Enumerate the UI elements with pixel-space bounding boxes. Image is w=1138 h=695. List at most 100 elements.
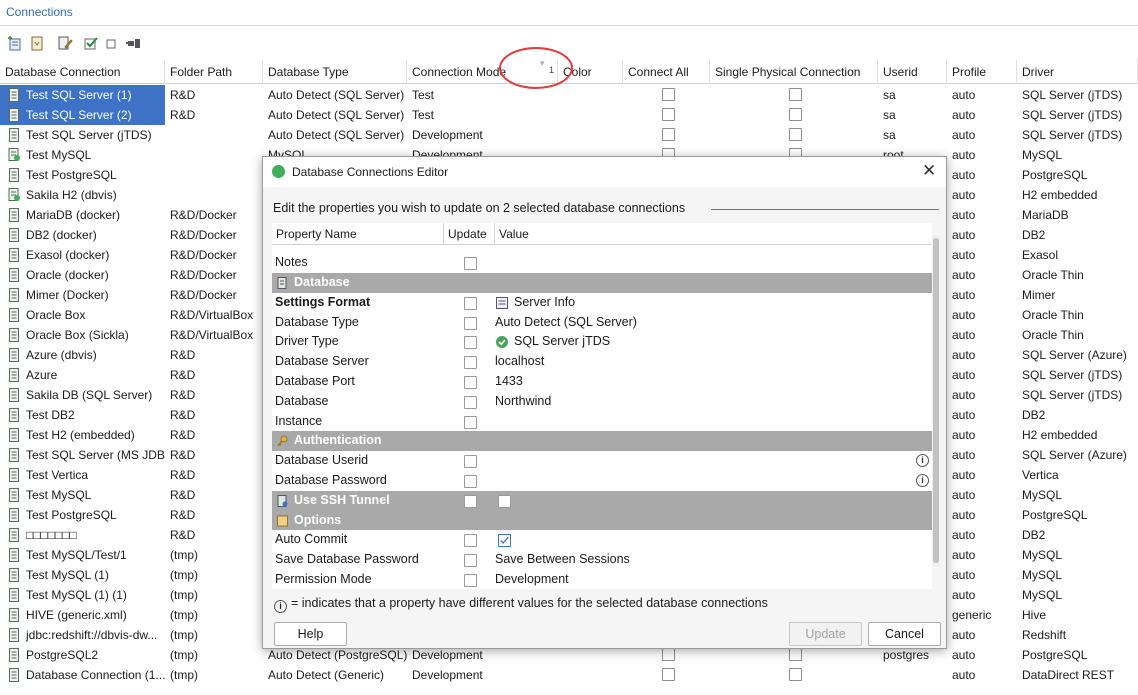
single-physical-checkbox[interactable]: [789, 668, 802, 681]
connection-name[interactable]: □□□□□□□: [0, 525, 165, 545]
property-row[interactable]: Auto Commit: [272, 530, 932, 550]
value-checkbox[interactable]: [498, 534, 511, 548]
update-checkbox[interactable]: [464, 356, 477, 370]
table-row[interactable]: Test SQL Server (1) R&D Auto Detect (SQL S…: [0, 85, 1138, 105]
table-row[interactable]: Test SQL Server (jTDS) Auto Detect (SQL S…: [0, 125, 1138, 145]
connection-name[interactable]: Test MySQL (1): [0, 565, 165, 585]
property-row[interactable]: Database Server localhost: [272, 352, 932, 372]
property-row[interactable]: Database Type Auto Detect (SQL Server): [272, 313, 932, 333]
connect-icon[interactable]: [125, 34, 143, 52]
close-icon[interactable]: ✕: [922, 161, 936, 181]
property-value[interactable]: [492, 471, 495, 491]
import-icon[interactable]: [28, 34, 46, 52]
update-checkbox[interactable]: [464, 534, 477, 548]
connection-name[interactable]: Database Connection (1...: [0, 665, 165, 685]
property-row[interactable]: Instance: [272, 412, 932, 432]
connection-name[interactable]: Mimer (Docker): [0, 285, 165, 305]
update-button[interactable]: Update: [789, 622, 862, 646]
property-value[interactable]: Auto Detect (SQL Server): [492, 313, 637, 333]
property-value[interactable]: Save Between Sessions: [492, 550, 630, 570]
connection-name[interactable]: Test DB2: [0, 405, 165, 425]
column-property-name[interactable]: Property Name: [272, 223, 444, 245]
connection-name[interactable]: jdbc:redshift://dbvis-dw...: [0, 625, 165, 645]
property-value[interactable]: SQL Server jTDS: [492, 332, 610, 352]
property-row[interactable]: Database Password i: [272, 471, 932, 491]
connection-name[interactable]: Test SQL Server (MS JDBC): [0, 445, 165, 465]
section-header[interactable]: Use SSH Tunnel: [272, 490, 932, 511]
update-checkbox[interactable]: [464, 336, 477, 350]
property-value[interactable]: 1433: [492, 372, 523, 392]
property-row[interactable]: Settings Format Server Info: [272, 293, 932, 313]
connection-name[interactable]: Oracle Box (Sickla): [0, 325, 165, 345]
connection-name[interactable]: Test MySQL: [0, 145, 165, 165]
column-header[interactable]: Database Connection: [0, 60, 165, 84]
connection-name[interactable]: Exasol (docker): [0, 245, 165, 265]
property-value[interactable]: [492, 253, 495, 273]
table-row[interactable]: Test SQL Server (2) R&D Auto Detect (SQL S…: [0, 105, 1138, 125]
connect-all-checkbox[interactable]: [662, 128, 675, 141]
connection-name[interactable]: Azure (dbvis): [0, 345, 165, 365]
connection-name[interactable]: HIVE (generic.xml): [0, 605, 165, 625]
column-header[interactable]: Connect All: [623, 60, 710, 84]
single-physical-checkbox[interactable]: [789, 128, 802, 141]
connection-name[interactable]: PostgreSQL2: [0, 645, 165, 665]
scrollbar-thumb[interactable]: [933, 238, 939, 563]
connection-name[interactable]: Sakila DB (SQL Server): [0, 385, 165, 405]
property-row[interactable]: Database Userid i: [272, 451, 932, 471]
property-value[interactable]: localhost: [492, 352, 544, 372]
property-value[interactable]: [492, 530, 495, 550]
single-physical-checkbox[interactable]: [789, 88, 802, 101]
column-header[interactable]: Userid: [878, 60, 947, 84]
update-checkbox[interactable]: [464, 316, 477, 330]
column-header[interactable]: Database Type: [263, 60, 407, 84]
connection-name[interactable]: Oracle Box: [0, 305, 165, 325]
connection-name[interactable]: Test Vertica: [0, 465, 165, 485]
property-scrollbar[interactable]: [932, 236, 940, 566]
connection-name[interactable]: Test MySQL: [0, 485, 165, 505]
connection-name[interactable]: Test MySQL (1) (1): [0, 585, 165, 605]
select-all-icon[interactable]: [82, 34, 100, 52]
update-checkbox[interactable]: [464, 494, 477, 508]
edit-icon[interactable]: [56, 34, 74, 52]
connection-name[interactable]: DB2 (docker): [0, 225, 165, 245]
new-connection-icon[interactable]: [6, 34, 24, 52]
connect-all-checkbox[interactable]: [662, 648, 675, 661]
property-row[interactable]: Database Northwind: [272, 392, 932, 412]
property-value[interactable]: Northwind: [492, 392, 551, 412]
single-physical-checkbox[interactable]: [789, 108, 802, 121]
connection-name[interactable]: Test H2 (embedded): [0, 425, 165, 445]
update-checkbox[interactable]: [464, 296, 477, 310]
column-update[interactable]: Update: [444, 223, 495, 245]
property-value[interactable]: [492, 451, 495, 471]
connection-name[interactable]: Oracle (docker): [0, 265, 165, 285]
column-header[interactable]: Driver: [1017, 60, 1138, 84]
connection-name[interactable]: Test SQL Server (jTDS): [0, 125, 165, 145]
deselect-icon[interactable]: [102, 34, 120, 52]
update-checkbox[interactable]: [464, 376, 477, 389]
column-value[interactable]: Value: [495, 223, 932, 245]
update-checkbox[interactable]: [464, 554, 477, 568]
tab-connections[interactable]: Connections: [6, 5, 73, 19]
property-value[interactable]: [492, 412, 495, 432]
value-checkbox[interactable]: [498, 494, 511, 508]
connection-name[interactable]: Test SQL Server (1): [0, 85, 165, 105]
property-row[interactable]: Save Database Password Save Between Sessi…: [272, 550, 932, 570]
cancel-button[interactable]: Cancel: [868, 622, 941, 646]
column-header[interactable]: Single Physical Connection: [710, 60, 878, 84]
connection-name[interactable]: Sakila H2 (dbvis): [0, 185, 165, 205]
update-checkbox[interactable]: [464, 257, 477, 271]
property-row[interactable]: Database Port 1433: [272, 372, 932, 392]
update-checkbox[interactable]: [464, 395, 477, 409]
connection-name[interactable]: Test SQL Server (2): [0, 105, 165, 125]
connection-name[interactable]: Test PostgreSQL: [0, 165, 165, 185]
connection-name[interactable]: MariaDB (docker): [0, 205, 165, 225]
help-button[interactable]: Help: [274, 622, 347, 646]
update-checkbox[interactable]: [464, 415, 477, 429]
update-checkbox[interactable]: [464, 455, 477, 469]
column-header[interactable]: Folder Path: [165, 60, 263, 84]
connect-all-checkbox[interactable]: [662, 668, 675, 681]
connection-name[interactable]: Azure: [0, 365, 165, 385]
section-header[interactable]: Options: [272, 510, 932, 531]
property-row[interactable]: Permission Mode Development: [272, 570, 932, 589]
section-header[interactable]: Database: [272, 273, 932, 293]
